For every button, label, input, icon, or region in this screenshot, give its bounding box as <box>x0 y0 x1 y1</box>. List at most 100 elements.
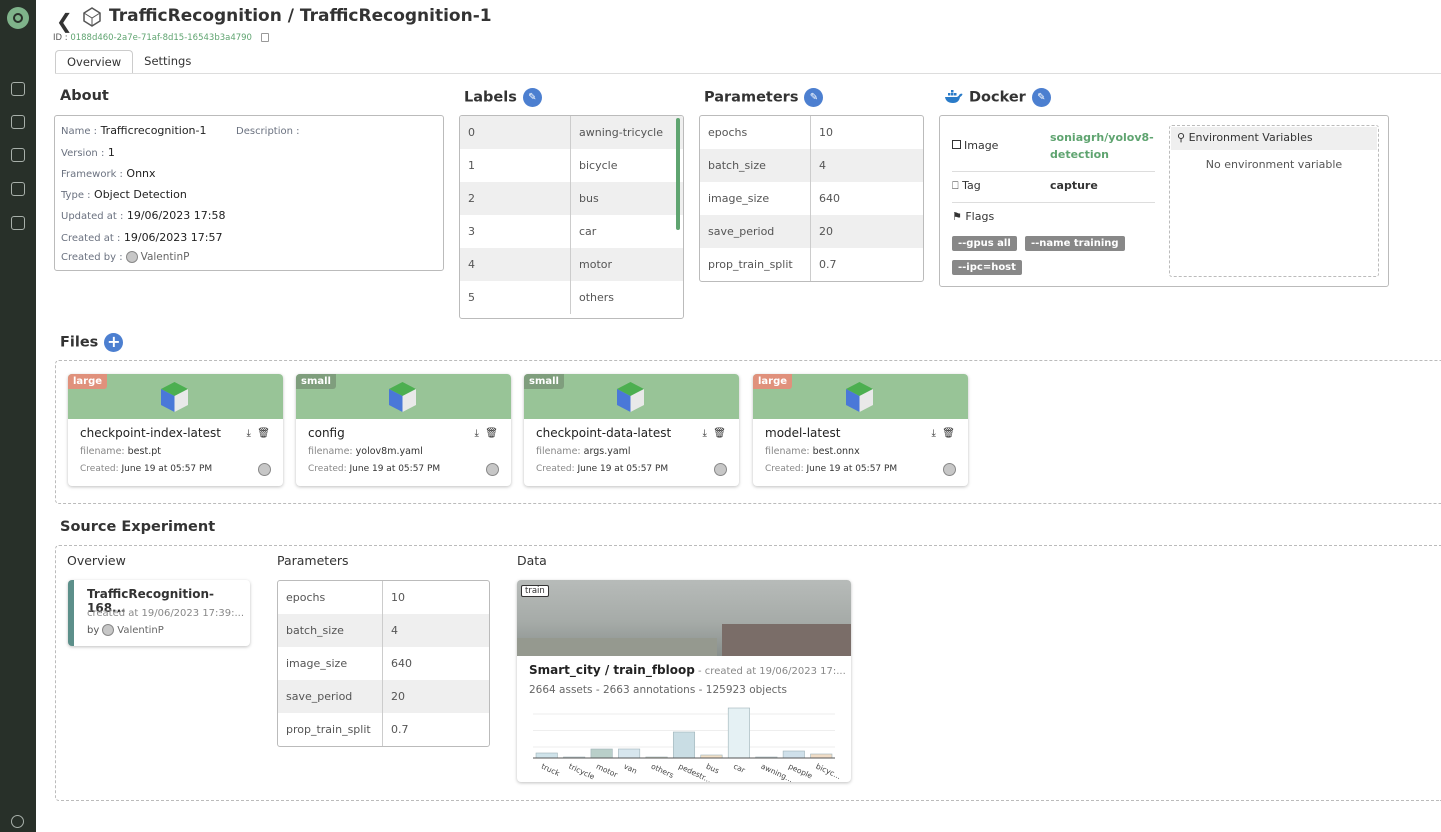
download-icon[interactable]: ⤓ <box>475 428 479 439</box>
docker-flags-label: ⚑ Flags <box>952 210 995 223</box>
sidebar <box>0 0 36 832</box>
docker-tag-value: capture <box>1050 179 1098 192</box>
models-icon[interactable] <box>11 216 25 230</box>
source-data-heading: Data <box>517 553 547 568</box>
flag-badge: --gpus all <box>952 236 1017 251</box>
collapse-icon[interactable] <box>11 815 24 828</box>
dataset-name: Smart_city / train_fbloop - created at 1… <box>529 663 846 677</box>
tab-overview[interactable]: Overview <box>55 50 134 73</box>
edit-labels-icon[interactable]: ✎ <box>522 88 542 107</box>
docker-icon <box>945 90 963 103</box>
table-row: save_period 20 <box>278 680 489 713</box>
thumbnail-ground <box>517 638 717 656</box>
add-file-button[interactable]: + <box>104 333 124 352</box>
scrollbar[interactable] <box>676 118 680 230</box>
table-row: epochs 10 <box>700 116 923 149</box>
docker-tag-label: ⎕ Tag <box>952 179 981 192</box>
layers-icon[interactable] <box>11 182 25 196</box>
download-icon[interactable]: ⤓ <box>703 428 707 439</box>
file-card[interactable]: large checkpoint-index-latest ⤓ 🗑 filename:… <box>68 374 283 486</box>
model-logo-icon <box>83 7 101 27</box>
database-icon[interactable] <box>11 82 25 96</box>
avatar <box>943 463 956 476</box>
copy-icon[interactable] <box>260 33 269 42</box>
avatar <box>486 463 499 476</box>
experiment-created: created at 19/06/2023 17:39:... <box>87 608 245 619</box>
size-badge: large <box>753 374 793 389</box>
about-description: Description : <box>236 126 300 137</box>
file-banner: small <box>296 374 511 419</box>
about-updated: Updated at : 19/06/2023 17:58 <box>61 209 226 222</box>
table-row: epochs 10 <box>278 581 489 614</box>
file-name: model-latest <box>765 426 841 440</box>
cube-icon <box>389 382 416 412</box>
avatar <box>258 463 271 476</box>
source-overview-heading: Overview <box>67 553 126 568</box>
table-row: save_period 20 <box>700 215 923 248</box>
bar-bicycle <box>810 753 833 759</box>
file-card[interactable]: small config ⤓ 🗑 filename: yolov8m.yaml Crea… <box>296 374 511 486</box>
table-row: batch_size 4 <box>700 149 923 182</box>
about-card: Name : Trafficrecognition-1 Description … <box>54 115 444 271</box>
flag-badge: --name training <box>1025 236 1125 251</box>
table-row: batch_size 4 <box>278 614 489 647</box>
docker-card: Image soniagrh/yolov8- detection ⎕ Tag ca… <box>939 115 1389 287</box>
table-row: prop_train_split 0.7 <box>700 248 923 281</box>
image-icon[interactable] <box>11 115 25 129</box>
dataset-card[interactable]: train Smart_city / train_fbloop - create… <box>517 580 851 782</box>
download-icon[interactable]: ⤓ <box>247 428 251 439</box>
size-badge: large <box>68 374 108 389</box>
edit-docker-icon[interactable]: ✎ <box>1031 88 1051 107</box>
experiment-by: by ValentinP <box>87 624 164 636</box>
tag-icon: ⎕ <box>952 179 963 192</box>
table-row: image_size 640 <box>278 647 489 680</box>
avatar <box>714 463 727 476</box>
dataset-stats: 2664 assets - 2663 annotations - 125923 … <box>529 684 788 696</box>
trash-icon[interactable]: 🗑 <box>713 428 726 439</box>
about-created: Created at : 19/06/2023 17:57 <box>61 231 223 244</box>
source-parameters-heading: Parameters <box>277 553 349 568</box>
flag-badge: --ipc=host <box>952 260 1022 275</box>
docker-image-value[interactable]: soniagrh/yolov8- detection <box>1050 129 1154 163</box>
file-created: Created: June 19 at 05:57 PM <box>80 464 213 474</box>
tick-label-others: others <box>650 762 676 780</box>
avatar <box>125 251 138 263</box>
tab-settings[interactable]: Settings <box>133 50 202 73</box>
tick-label-truck: truck <box>540 762 562 779</box>
app-logo[interactable] <box>7 7 29 29</box>
dataset-thumbnail: train <box>517 580 851 656</box>
label-distribution-chart: truck tricyclemotor van others pedestr...bus… <box>533 707 842 782</box>
table-row: prop_train_split 0.7 <box>278 713 489 746</box>
trash-icon[interactable]: 🗑 <box>485 428 498 439</box>
divider <box>952 171 1155 172</box>
back-arrow-icon[interactable]: ❮ <box>56 9 73 33</box>
download-icon[interactable]: ⤓ <box>932 428 936 439</box>
cube-icon <box>846 382 873 412</box>
file-name: checkpoint-data-latest <box>536 426 672 440</box>
size-badge: small <box>524 374 564 389</box>
parameters-heading: Parameters ✎ <box>704 88 824 107</box>
file-card[interactable]: large model-latest ⤓ 🗑 filename: best.onnx C… <box>753 374 968 486</box>
page-title: TrafficRecognition / TrafficRecognition-… <box>109 6 492 26</box>
docker-image-label: Image <box>952 139 998 152</box>
store-icon[interactable] <box>11 148 25 162</box>
file-filename: filename: best.onnx <box>765 446 860 457</box>
id-value: 0188d460-2a7e-71af-8d15-16543b3a4790 <box>70 33 252 43</box>
file-banner: small <box>524 374 739 419</box>
size-badge: small <box>296 374 336 389</box>
env-empty-text: No environment variable <box>1205 158 1343 171</box>
id-label: ID : <box>53 33 68 43</box>
edit-parameters-icon[interactable]: ✎ <box>804 88 824 107</box>
trash-icon[interactable]: 🗑 <box>942 428 955 439</box>
tick-label-car: car <box>732 762 747 776</box>
table-row: image_size 640 <box>700 182 923 215</box>
bar-truck <box>535 752 558 759</box>
tick-label-tricycle: tricycle <box>567 762 596 782</box>
bookmark-icon: ⚑ <box>952 210 966 223</box>
file-actions: ⤓ 🗑 <box>703 428 726 439</box>
trash-icon[interactable]: 🗑 <box>257 428 270 439</box>
file-card[interactable]: small checkpoint-data-latest ⤓ 🗑 filename: … <box>524 374 739 486</box>
file-filename: filename: args.yaml <box>536 446 631 457</box>
experiment-card[interactable]: TrafficRecognition-168... created at 19/… <box>68 580 250 646</box>
file-banner: large <box>753 374 968 419</box>
